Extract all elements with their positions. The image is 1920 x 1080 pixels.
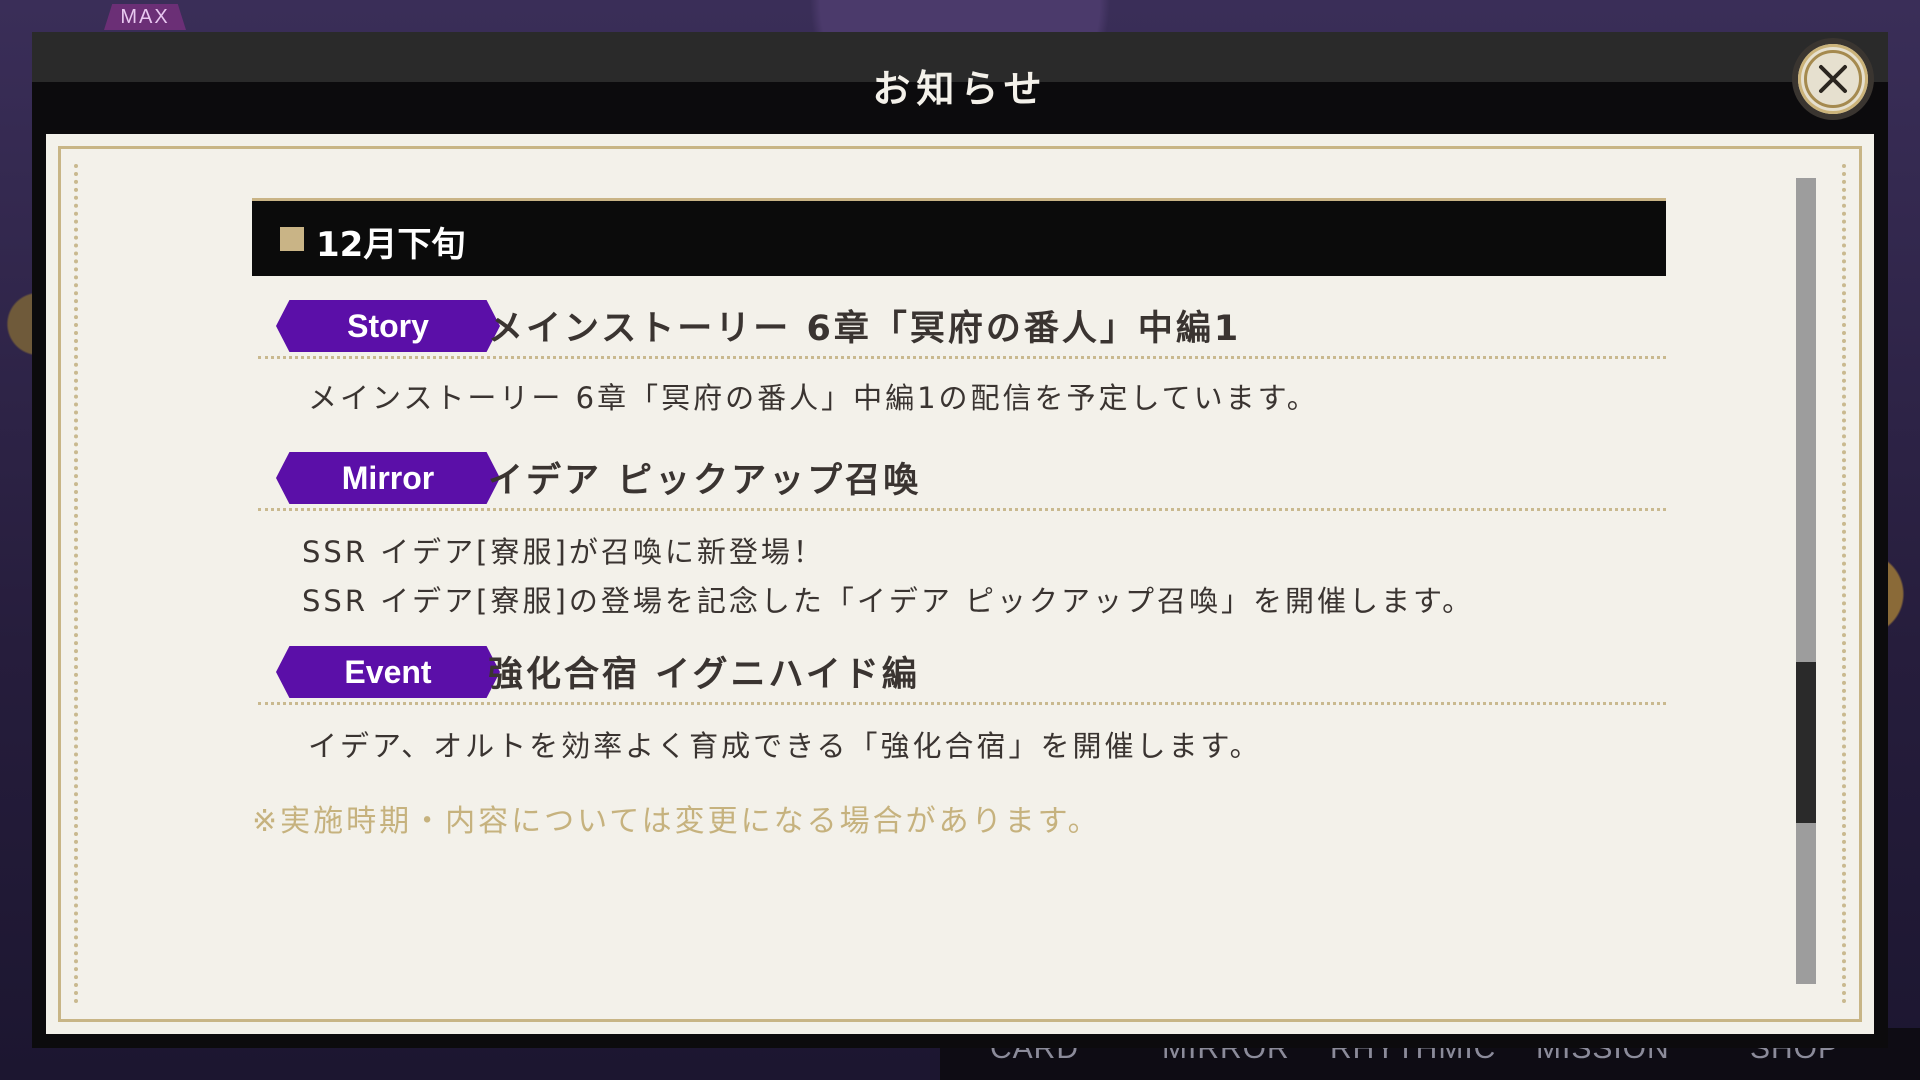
- entry-body: SSR イデア[寮服]が召喚に新登場！ SSR イデア[寮服]の登場を記念した「…: [302, 528, 1474, 626]
- tag-mirror: Mirror: [276, 452, 500, 504]
- tag-event: Event: [276, 646, 500, 698]
- square-icon: [280, 227, 304, 251]
- dotted-divider: [258, 702, 1666, 705]
- entry-body-line: SSR イデア[寮服]の登場を記念した「イデア ピックアップ召喚」を開催します。: [302, 584, 1475, 618]
- entry-title: 強化合宿 イグニハイド編: [488, 655, 920, 695]
- entry-title: メインストーリー 6章「冥府の番人」中編1: [488, 309, 1242, 349]
- notice-panel: 12月下旬 Story メインストーリー 6章「冥府の番人」中編1 メインストー…: [46, 134, 1874, 1034]
- section-label: 12月下旬: [316, 225, 466, 265]
- entry-body-line: メインストーリー 6章「冥府の番人」中編1の配信を予定しています。: [308, 381, 1319, 415]
- max-badge: MAX: [104, 4, 186, 30]
- entry-body: メインストーリー 6章「冥府の番人」中編1の配信を予定しています。: [308, 374, 1319, 423]
- dotted-divider: [258, 356, 1666, 359]
- scrollbar-thumb[interactable]: [1796, 661, 1816, 823]
- entry-body-line: SSR イデア[寮服]が召喚に新登場！: [302, 535, 825, 569]
- dialog-title: お知らせ: [872, 67, 1048, 111]
- notice-scroll-area[interactable]: 12月下旬 Story メインストーリー 6章「冥府の番人」中編1 メインストー…: [46, 134, 1874, 1034]
- entry-body: イデア、オルトを効率よく育成できる「強化合宿」を開催します。: [308, 722, 1262, 771]
- entry-body-line: イデア、オルトを効率よく育成できる「強化合宿」を開催します。: [308, 729, 1262, 763]
- notice-dialog: お知らせ 12月下旬 Story メインストーリー 6章「冥府の番人」中編1 メ…: [32, 32, 1888, 1048]
- tag-story: Story: [276, 300, 500, 352]
- scrollbar-track[interactable]: [1796, 178, 1816, 984]
- footnote: ※実施時期・内容については変更になる場合があります。: [252, 804, 1101, 839]
- dotted-divider: [258, 508, 1666, 511]
- close-icon: [1804, 50, 1862, 108]
- close-button[interactable]: [1798, 44, 1868, 114]
- section-header: 12月下旬: [252, 198, 1666, 276]
- entry-title: イデア ピックアップ召喚: [488, 461, 922, 501]
